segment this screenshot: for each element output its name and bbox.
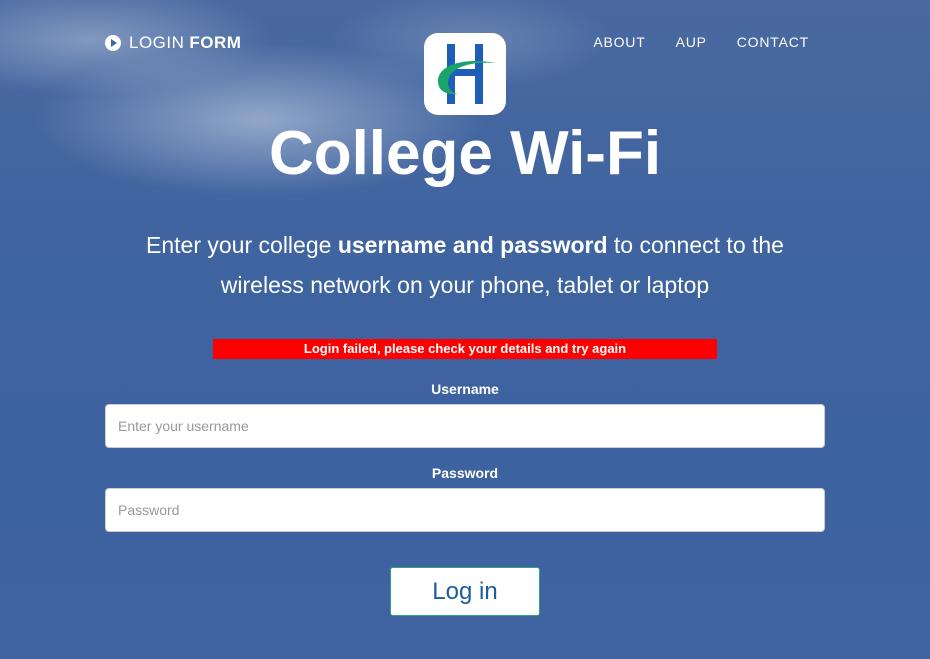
login-error-banner: Login failed, please check your details … — [213, 339, 717, 359]
nav-aup-link[interactable]: AUP — [676, 34, 707, 50]
page-title: College Wi-Fi — [268, 119, 662, 188]
nav-contact-link[interactable]: CONTACT — [737, 34, 809, 50]
brand-text-bold: FORM — [189, 33, 242, 52]
top-nav: ABOUT AUP CONTACT — [593, 34, 809, 50]
brand-text-light: LOGIN — [129, 33, 185, 52]
intro-text: Enter your college username and password… — [0, 225, 930, 305]
intro-text-part: Enter your college — [146, 232, 338, 258]
nav-about-link[interactable]: ABOUT — [593, 34, 645, 50]
username-input[interactable] — [105, 404, 825, 448]
college-h-logo-icon — [438, 44, 496, 104]
login-button[interactable]: Log in — [390, 567, 540, 616]
password-label: Password — [431, 465, 499, 481]
brand-login-form[interactable]: LOGIN FORM — [105, 33, 241, 53]
username-label: Username — [431, 381, 499, 397]
college-logo — [424, 33, 506, 115]
play-circle-icon — [105, 35, 121, 51]
intro-text-emphasis: username and password — [337, 232, 608, 258]
password-input[interactable] — [105, 488, 825, 532]
